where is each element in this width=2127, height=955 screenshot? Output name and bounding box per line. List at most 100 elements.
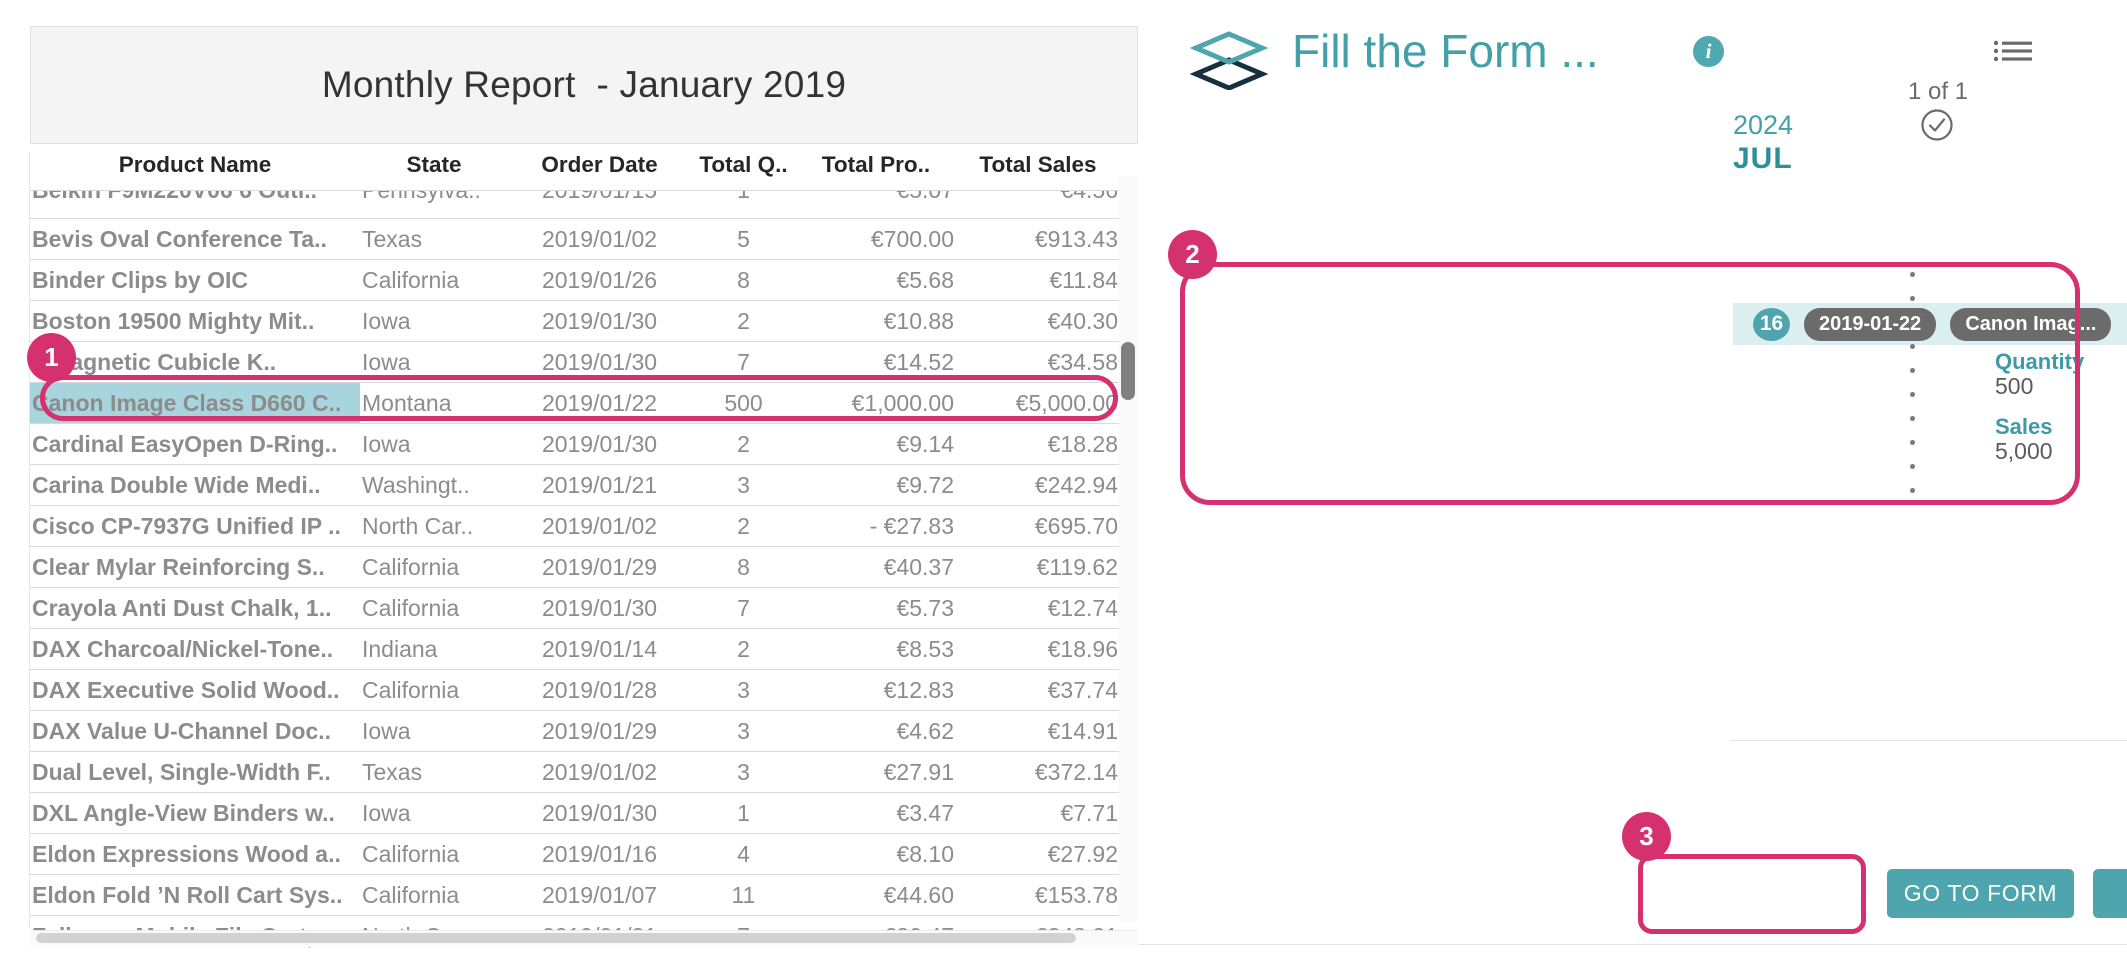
page-title: Monthly Report - January 2019 [321, 64, 847, 105]
table-row[interactable]: DAX Value U-Channel Doc.. Iowa 2019/01/29 3… [30, 710, 1120, 752]
cell-product-name: Carina Double Wide Medi.. [30, 464, 360, 506]
cell-state: Montana [362, 389, 452, 416]
cell-total-sales: €913.43 [956, 218, 1120, 260]
record-header-row[interactable]: 16 2019-01-22 Canon Imag... [1733, 303, 2127, 345]
cell-total-quantity: 3 [691, 464, 796, 506]
table-row[interactable]: Eldon Expressions Wood a.. California 2019… [30, 833, 1120, 875]
table-row[interactable]: Binder Clips by OIC California 2019/01/26 8… [30, 259, 1120, 301]
cell-total-profit: €4.62 [796, 710, 956, 752]
table-header: Product Name State Order Date Total Q.. … [30, 152, 1120, 191]
cell-product-name: Clear Mylar Reinforcing S.. [30, 546, 360, 588]
cell-order-date: 2019/01/22 [541, 389, 658, 416]
cell-total-sales: €119.62 [956, 546, 1120, 588]
table-row[interactable]: DXL Angle-View Binders w.. Iowa 2019/01/30… [30, 792, 1120, 834]
cell-total-profit: €700.00 [796, 218, 956, 260]
table-row[interactable]: Cisco CP-7937G Unified IP .. North Car.. 2… [30, 505, 1120, 547]
column-header-product-name[interactable]: Product Name [30, 152, 360, 191]
cell-total-sales: €18.28 [956, 423, 1120, 465]
info-icon[interactable]: i [1693, 36, 1724, 67]
table-row[interactable]: Crayola Anti Dust Chalk, 1.. California 20… [30, 587, 1120, 629]
vertical-scrollbar-track[interactable] [1119, 176, 1137, 922]
cell-state: California [360, 587, 508, 629]
cell-state: Indiana [360, 628, 508, 670]
table-row[interactable]: Belkin F9M220V06 6 Outl..Pennsylva..2019… [30, 190, 1120, 219]
cell-total-profit: €9.14 [796, 423, 956, 465]
cell-total-quantity: 5 [691, 218, 796, 260]
cell-state: Iowa [360, 792, 508, 834]
cell-total-quantity: 7 [691, 587, 796, 629]
horizontal-scrollbar-thumb[interactable] [36, 933, 1076, 943]
cell-total-quantity: 8 [691, 259, 796, 301]
table-row[interactable]: Eldon Fold ’N Roll Cart Sys.. California 2… [30, 874, 1120, 916]
column-header-total-profit[interactable]: Total Pro.. [796, 152, 956, 191]
cell-order-date: 2019/01/02 [508, 505, 691, 547]
app-header: Fill the Form ... [1148, 0, 2127, 130]
report-table-container[interactable]: Product Name State Order Date Total Q.. … [30, 152, 1138, 955]
cell-total-profit: €5.07 [796, 190, 956, 219]
cell-total-quantity: 500 [724, 389, 763, 416]
cell-product-name: Crayola Anti Dust Chalk, 1.. [30, 587, 360, 629]
table-row[interactable]: Bevis Oval Conference Ta.. Texas 2019/01/0… [30, 218, 1120, 260]
vertical-scrollbar-thumb[interactable] [1121, 342, 1135, 400]
cell-state: California [360, 833, 508, 875]
cell-state: Iowa [360, 710, 508, 752]
record-year-label: 2024 [1733, 110, 1794, 140]
layers-diamond-icon [1188, 30, 1270, 91]
table-row[interactable]: DAX Charcoal/Nickel-Tone.. Indiana 2019/01… [30, 628, 1120, 670]
cell-total-profit: €27.91 [796, 751, 956, 793]
cell-total-profit: €14.52 [796, 341, 956, 383]
field-value-sales: 5,000 [1995, 438, 2053, 464]
record-id-badge: 16 [1753, 307, 1790, 341]
table-row[interactable]: Carina Double Wide Medi.. Washingt.. 2019/… [30, 464, 1120, 506]
table-row[interactable]: e Magnetic Cubicle K.. Iowa 2019/01/30 7 €14… [30, 341, 1120, 383]
column-header-total-sales[interactable]: Total Sales [956, 152, 1120, 191]
rail-dot [1910, 296, 1915, 301]
cell-total-sales: €18.96 [956, 628, 1120, 670]
cell-product-name: DAX Executive Solid Wood.. [30, 669, 360, 711]
cell-total-profit: - €27.83 [796, 505, 956, 547]
table-body: Belkin F9M220V06 6 Outl..Pennsylva..2019… [30, 190, 1120, 955]
cell-order-date: 2019/01/15 [508, 190, 691, 219]
cell-order-date: 2019/01/07 [508, 874, 691, 916]
table-row[interactable]: Dual Level, Single-Width F.. Texas 2019/01… [30, 751, 1120, 793]
cell-total-sales: €37.74 [956, 669, 1120, 711]
cell-total-quantity: 4 [691, 833, 796, 875]
cell-total-sales: €27.92 [956, 833, 1120, 875]
cell-total-sales: €695.70 [956, 505, 1120, 547]
rail-dot [1910, 488, 1915, 493]
cell-total-sales: €153.78 [956, 874, 1120, 916]
rail-dot [1910, 320, 1915, 325]
record-pill-date: 2019-01-22 [1804, 307, 1937, 341]
cell-product-name: Eldon Fold ’N Roll Cart Sys.. [30, 874, 360, 916]
column-header-order-date[interactable]: Order Date [508, 152, 691, 191]
table-row[interactable]: Cardinal EasyOpen D-Ring.. Iowa 2019/01/30… [30, 423, 1120, 465]
form-panel: Fill the Form ... [1148, 0, 2127, 955]
cell-state: Iowa [360, 341, 508, 383]
delete-button[interactable]: DELETE [2093, 869, 2127, 918]
cell-total-quantity: 2 [691, 300, 796, 342]
cell-order-date: 2019/01/14 [508, 628, 691, 670]
check-circle-icon[interactable] [1920, 108, 1954, 142]
column-header-total-quantity[interactable]: Total Q.. [691, 152, 796, 191]
report-panel: Monthly Report - January 2019 Product Na… [0, 0, 1148, 955]
cell-total-profit: €5.68 [796, 259, 956, 301]
cell-state: Texas [360, 218, 508, 260]
cell-total-profit: €5.73 [796, 587, 956, 629]
cell-product-name: DAX Charcoal/Nickel-Tone.. [30, 628, 360, 670]
page-counter: 1 of 1 [1907, 78, 1969, 105]
cell-total-sales: €40.30 [956, 300, 1120, 342]
table-row[interactable]: Canon Image Class D660 C.. Montana 2019/01… [30, 382, 1120, 424]
go-to-form-button[interactable]: GO TO FORM [1887, 869, 2074, 918]
cell-product-name: Belkin F9M220V06 6 Outl.. [30, 190, 360, 219]
table-row[interactable]: DAX Executive Solid Wood.. California 2019… [30, 669, 1120, 711]
rail-dot [1910, 344, 1915, 349]
cell-total-profit: €40.37 [796, 546, 956, 588]
rail-dot [1910, 440, 1915, 445]
cell-state: Texas [360, 751, 508, 793]
column-header-state[interactable]: State [360, 152, 508, 191]
rail-dot [1910, 464, 1915, 469]
cell-state: California [360, 259, 508, 301]
table-row[interactable]: Clear Mylar Reinforcing S.. California 201… [30, 546, 1120, 588]
table-row[interactable]: Boston 19500 Mighty Mit.. Iowa 2019/01/30 2… [30, 300, 1120, 342]
list-view-icon[interactable] [1993, 40, 2033, 62]
